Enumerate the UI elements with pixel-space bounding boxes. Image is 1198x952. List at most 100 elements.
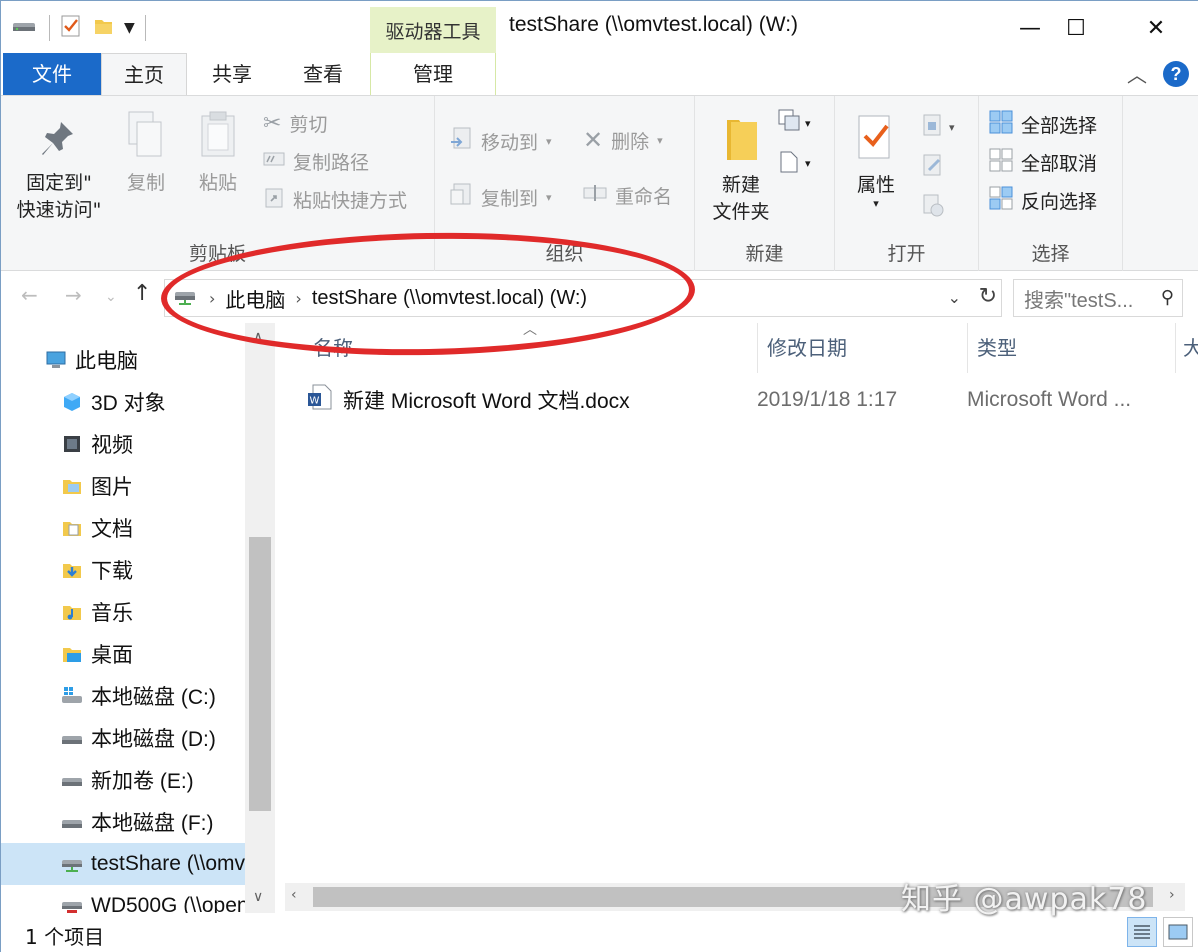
pictures-folder-icon [61, 475, 83, 497]
up-arrow-icon[interactable]: ↑ [133, 281, 151, 306]
nav-item-drive-e[interactable]: 新加卷 (E:) [1, 759, 245, 801]
search-box[interactable]: 搜索"testS... ⚲ [1013, 279, 1183, 317]
refresh-icon[interactable]: ↻ [979, 284, 997, 309]
new-folder-button[interactable]: 新建 文件夹 [701, 112, 781, 226]
address-bar[interactable]: › 此电脑 › testShare (\\omvtest.local) (W:)… [164, 279, 1002, 317]
network-drive-icon [61, 853, 83, 875]
pin-quick-access-button[interactable]: 固定到" 快速访问" [11, 118, 107, 224]
nav-item-pictures[interactable]: 图片 [1, 465, 245, 507]
copy-button[interactable]: 复制 [113, 110, 179, 197]
copy-path-button[interactable]: 复制路径 [263, 148, 369, 175]
nav-item-this-pc[interactable]: 此电脑 [1, 339, 245, 381]
file-type: Microsoft Word ... [967, 388, 1132, 411]
column-divider[interactable] [967, 323, 968, 373]
properties-label: 属性 [856, 174, 895, 196]
close-button[interactable]: ✕ [1133, 9, 1179, 47]
column-divider[interactable] [757, 323, 758, 373]
organize-group-label: 组织 [545, 243, 584, 265]
drive-icon[interactable] [11, 15, 39, 41]
nav-item-drive-d[interactable]: 本地磁盘 (D:) [1, 717, 245, 759]
column-header-type[interactable]: 类型 [977, 323, 1017, 373]
nav-item-drive-c[interactable]: 本地磁盘 (C:) [1, 675, 245, 717]
nav-item-label: 新加卷 (E:) [91, 770, 194, 793]
move-to-icon [449, 126, 473, 157]
select-none-button[interactable]: 全部取消 [989, 148, 1097, 177]
invert-selection-label: 反向选择 [1021, 191, 1098, 213]
tab-view[interactable]: 查看 [277, 53, 369, 95]
search-icon[interactable]: ⚲ [1161, 287, 1174, 308]
nav-item-testshare-w[interactable]: testShare (\\omvtest.local) (W:) [1, 843, 245, 885]
minimize-button[interactable]: — [1007, 9, 1053, 47]
help-icon[interactable]: ? [1163, 60, 1189, 87]
invert-selection-button[interactable]: 反向选择 [989, 186, 1097, 215]
nav-item-music[interactable]: 音乐 [1, 591, 245, 633]
properties-dropdown-icon: ▾ [873, 197, 879, 210]
breadcrumb-current-drive[interactable]: testShare (\\omvtest.local) (W:) [312, 287, 587, 310]
history-button[interactable] [921, 192, 945, 222]
collapse-ribbon-icon[interactable]: ︿ [1127, 59, 1147, 88]
nav-item-wd500g-x[interactable]: WD500G (\\openmediavault) (X:) [1, 885, 245, 913]
copy-to-button[interactable]: 复制到 ▾ [449, 182, 552, 213]
status-bar: 1 个项目 [1, 913, 1198, 952]
nav-item-downloads[interactable]: 下载 [1, 549, 245, 591]
paste-shortcut-button[interactable]: 粘贴快捷方式 [263, 186, 407, 213]
new-item-button[interactable]: ▾ [777, 108, 811, 138]
column-header-name[interactable]: 名称 [313, 323, 353, 373]
move-to-button[interactable]: 移动到 ▾ [449, 126, 552, 157]
properties-button[interactable]: 属性 ▾ [843, 112, 909, 209]
column-header-size[interactable]: 大 [1183, 323, 1198, 373]
tab-share[interactable]: 共享 [187, 53, 277, 95]
cut-button[interactable]: ✂ 剪切 [263, 110, 327, 137]
maximize-button[interactable]: ☐ [1053, 9, 1099, 47]
customize-dropdown-icon[interactable]: ▼ [124, 20, 135, 36]
new-item-dropdown-icon: ▾ [805, 116, 811, 130]
nav-item-drive-f[interactable]: 本地磁盘 (F:) [1, 801, 245, 843]
tab-home[interactable]: 主页 [101, 53, 187, 96]
select-all-button[interactable]: 全部选择 [989, 110, 1097, 139]
nav-item-documents[interactable]: 文档 [1, 507, 245, 549]
column-divider[interactable] [1175, 323, 1176, 373]
delete-button[interactable]: ✕ 删除 ▾ [583, 126, 663, 154]
select-group-label: 选择 [1031, 243, 1070, 265]
address-dropdown-icon[interactable]: ⌄ [948, 288, 961, 307]
open-button[interactable]: ▾ [921, 112, 955, 142]
ribbon: 固定到" 快速访问" 复制 粘贴 ✂ 剪切 复制路径 粘贴快捷方式 剪贴板 移动… [1, 95, 1198, 272]
nav-scrollbar[interactable]: ∧ ∨ [245, 323, 275, 913]
item-count: 1 个项目 [25, 925, 105, 949]
navigation-bar: ← → ⌄ ↑ › 此电脑 › testShare (\\omvtest.loc… [1, 271, 1198, 323]
nav-item-label: WD500G (\\openmediavault) (X:) [91, 894, 245, 913]
rename-label: 重命名 [615, 186, 673, 208]
nav-item-3d-objects[interactable]: 3D 对象 [1, 381, 245, 423]
nav-item-label: 图片 [91, 476, 133, 499]
title-bar: ▼ 驱动器工具 testShare (\\omvtest.local) (W:)… [1, 1, 1198, 53]
easy-access-button[interactable]: ▾ [777, 148, 811, 178]
properties-check-icon [855, 112, 897, 172]
tab-manage[interactable]: 管理 [370, 53, 496, 95]
edit-button[interactable] [921, 152, 945, 182]
recent-locations-icon[interactable]: ⌄ [105, 289, 117, 305]
details-view-icon[interactable] [1127, 917, 1157, 947]
scroll-left-icon[interactable]: ‹ [291, 887, 297, 903]
nav-item-label: 本地磁盘 (F:) [91, 812, 214, 835]
scroll-up-icon[interactable]: ∧ [253, 329, 263, 345]
computer-icon [45, 349, 67, 371]
nav-item-videos[interactable]: 视频 [1, 423, 245, 465]
column-header-modified[interactable]: 修改日期 [767, 323, 847, 373]
large-icons-view-icon[interactable] [1163, 917, 1193, 947]
nav-item-label: testShare (\\omvtest.local) (W:) [91, 852, 245, 875]
table-row[interactable]: W 新建 Microsoft Word 文档.docx 2019/1/18 1:… [307, 379, 1187, 421]
breadcrumb-this-pc[interactable]: 此电脑 [225, 284, 285, 313]
properties-icon[interactable] [60, 14, 82, 42]
forward-arrow-icon[interactable]: → [65, 283, 82, 307]
scroll-right-icon[interactable]: › [1169, 887, 1175, 903]
search-placeholder: 搜索"testS... [1024, 289, 1134, 312]
rename-button[interactable]: 重命名 [583, 182, 672, 209]
back-arrow-icon[interactable]: ← [21, 283, 38, 307]
pin-label-1: 固定到" [26, 172, 92, 194]
tab-file[interactable]: 文件 [3, 53, 101, 95]
scroll-down-icon[interactable]: ∨ [253, 889, 263, 905]
new-folder-icon[interactable] [92, 15, 114, 41]
paste-button[interactable]: 粘贴 [187, 110, 249, 197]
nav-item-desktop[interactable]: 桌面 [1, 633, 245, 675]
scroll-thumb[interactable] [249, 537, 271, 811]
